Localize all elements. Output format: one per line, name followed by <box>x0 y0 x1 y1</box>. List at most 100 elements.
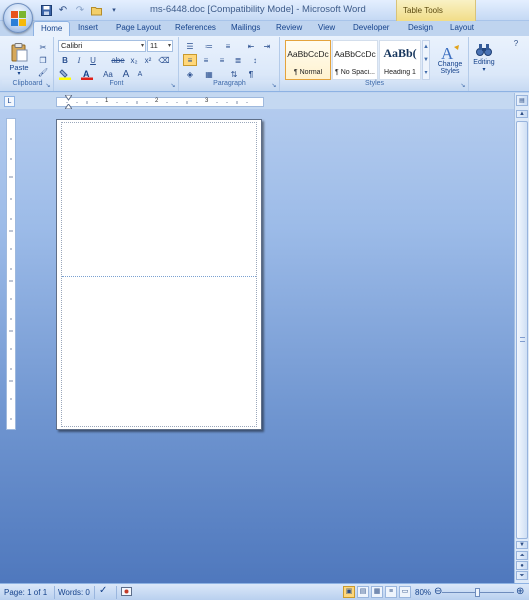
style-no-spacing[interactable]: AaBbCcDc ¶ No Spaci... <box>332 40 378 80</box>
justify-icon[interactable]: ≣ <box>231 54 245 66</box>
previous-page-button[interactable]: ⏶ <box>516 551 528 560</box>
shading-icon[interactable]: ◈ <box>183 68 197 80</box>
tab-references[interactable]: References <box>175 23 216 32</box>
quick-access-toolbar: ↶ ↷ ▾ <box>36 3 121 17</box>
chevron-down-icon: ▾ <box>482 67 486 73</box>
multilevel-list-icon[interactable]: ≡ <box>221 40 235 52</box>
office-button[interactable] <box>3 3 33 33</box>
web-layout-button[interactable]: ▦ <box>371 586 383 598</box>
proofing-icon[interactable]: ✓ <box>99 585 107 596</box>
tab-insert[interactable]: Insert <box>78 23 98 32</box>
vertical-scrollbar[interactable]: ▤ ▲ ▼ ⏶ ● ⏷ <box>514 93 529 583</box>
change-case-button[interactable]: Aa <box>100 68 116 80</box>
editing-button[interactable]: Editing ▾ <box>470 39 498 77</box>
scroll-up-button[interactable]: ▲ <box>516 110 528 118</box>
align-right-icon[interactable]: ≡ <box>215 54 229 66</box>
macro-recording-icon[interactable] <box>121 586 132 599</box>
underline-button[interactable]: U <box>86 54 100 66</box>
customize-icon[interactable]: ▾ <box>107 3 121 17</box>
ruler-ticks <box>9 138 13 420</box>
zoom-slider-thumb[interactable] <box>475 588 480 597</box>
increase-indent-icon[interactable]: ⇥ <box>260 40 274 52</box>
tab-mailings[interactable]: Mailings <box>231 23 260 32</box>
divider <box>94 586 95 599</box>
dialog-launcher-icon[interactable]: ↘ <box>44 82 52 90</box>
ruler-number: 1 <box>105 98 109 104</box>
dialog-launcher-icon[interactable]: ↘ <box>169 82 177 90</box>
numbering-icon[interactable]: ≔ <box>202 40 216 52</box>
draft-button[interactable]: ▭ <box>399 586 411 598</box>
ruler-number: 3 <box>205 98 209 104</box>
view-ruler-button[interactable]: ▤ <box>516 95 528 106</box>
outline-button[interactable]: ≡ <box>385 586 397 598</box>
grow-font-button[interactable]: A <box>119 68 133 80</box>
ribbon: Paste ▾ ✂ ❐ 🖌 Clipboard ↘ Calibri ▾ 11 ▾… <box>0 36 529 92</box>
dialog-launcher-icon[interactable]: ↘ <box>270 82 278 90</box>
bold-button[interactable]: B <box>58 54 72 66</box>
next-page-button[interactable]: ⏷ <box>516 571 528 580</box>
tab-view[interactable]: View <box>318 23 335 32</box>
highlight-icon[interactable] <box>58 68 72 80</box>
first-line-indent-marker[interactable] <box>64 94 73 101</box>
vertical-ruler[interactable] <box>6 118 16 430</box>
font-size-combo[interactable]: 11 ▾ <box>147 40 173 52</box>
font-color-icon[interactable]: A <box>80 68 94 80</box>
full-screen-reading-button[interactable]: ▤ <box>357 586 369 598</box>
shrink-font-button[interactable]: A <box>133 68 147 80</box>
font-name-combo[interactable]: Calibri ▾ <box>58 40 146 52</box>
format-painter-icon[interactable]: 🖌 <box>36 66 50 78</box>
clear-formatting-icon[interactable]: ⌫ <box>157 54 171 66</box>
change-styles-label-2: Styles <box>440 67 460 75</box>
align-center-icon[interactable]: ≡ <box>199 54 213 66</box>
tab-layout[interactable]: Layout <box>450 23 474 32</box>
word-count[interactable]: Words: 0 <box>58 588 90 597</box>
more-icon: ▾ <box>424 70 428 76</box>
subscript-button[interactable]: x₂ <box>127 54 141 66</box>
change-styles-button[interactable]: A Change Styles <box>433 39 467 79</box>
copy-icon[interactable]: ❐ <box>36 54 50 66</box>
select-browse-object-button[interactable]: ● <box>516 561 528 570</box>
print-layout-button[interactable]: ▣ <box>343 586 355 598</box>
tab-review[interactable]: Review <box>276 23 302 32</box>
tab-home[interactable]: Home <box>33 21 71 37</box>
ribbon-tab-row: Home Insert Page Layout References Maili… <box>0 21 529 37</box>
zoom-in-icon[interactable]: ⊕ <box>516 586 524 597</box>
save-icon[interactable] <box>39 3 53 17</box>
document-page[interactable] <box>56 119 262 430</box>
paste-button[interactable]: Paste ▾ <box>6 39 32 79</box>
scroll-down-button[interactable]: ▼ <box>516 541 528 549</box>
bullets-icon[interactable]: ☰ <box>183 40 197 52</box>
tab-developer[interactable]: Developer <box>353 23 389 32</box>
sort-icon[interactable]: ⇅ <box>227 68 241 80</box>
font-group-label: Font <box>55 80 178 91</box>
redo-icon[interactable]: ↷ <box>73 3 87 17</box>
scrollbar-thumb[interactable] <box>516 121 528 539</box>
horizontal-ruler[interactable]: 1 2 3 <box>56 97 264 107</box>
chevron-down-icon: ▾ <box>140 43 144 49</box>
style-heading-1[interactable]: AaBb( Heading 1 <box>379 40 421 80</box>
undo-icon[interactable]: ↶ <box>56 3 70 17</box>
tab-design[interactable]: Design <box>408 23 433 32</box>
line-spacing-icon[interactable]: ↕ <box>248 54 262 66</box>
help-icon[interactable]: ? <box>510 39 522 49</box>
dialog-launcher-icon[interactable]: ↘ <box>459 82 467 90</box>
show-formatting-button[interactable]: ¶ <box>244 68 258 80</box>
styles-gallery-scroller[interactable]: ▲ ▼ ▾ <box>422 40 430 80</box>
strikethrough-button[interactable]: abe <box>110 54 126 66</box>
tab-page-layout[interactable]: Page Layout <box>116 23 161 32</box>
align-left-icon[interactable]: ≡ <box>183 54 197 66</box>
borders-icon[interactable]: ▦ <box>202 68 216 80</box>
cut-icon[interactable]: ✂ <box>36 41 50 53</box>
superscript-button[interactable]: x² <box>141 54 155 66</box>
editing-group: Editing ▾ <box>470 37 498 91</box>
page-count[interactable]: Page: 1 of 1 <box>4 588 47 597</box>
italic-button[interactable]: I <box>72 54 86 66</box>
paste-icon <box>11 42 28 61</box>
tab-selector-button[interactable]: L <box>4 96 15 107</box>
style-normal[interactable]: AaBbCcDc ¶ Normal <box>285 40 331 80</box>
document-table[interactable] <box>61 122 257 427</box>
document-area[interactable] <box>0 109 514 583</box>
decrease-indent-icon[interactable]: ⇤ <box>244 40 258 52</box>
open-icon[interactable] <box>90 3 104 17</box>
zoom-level[interactable]: 80% <box>415 588 431 597</box>
